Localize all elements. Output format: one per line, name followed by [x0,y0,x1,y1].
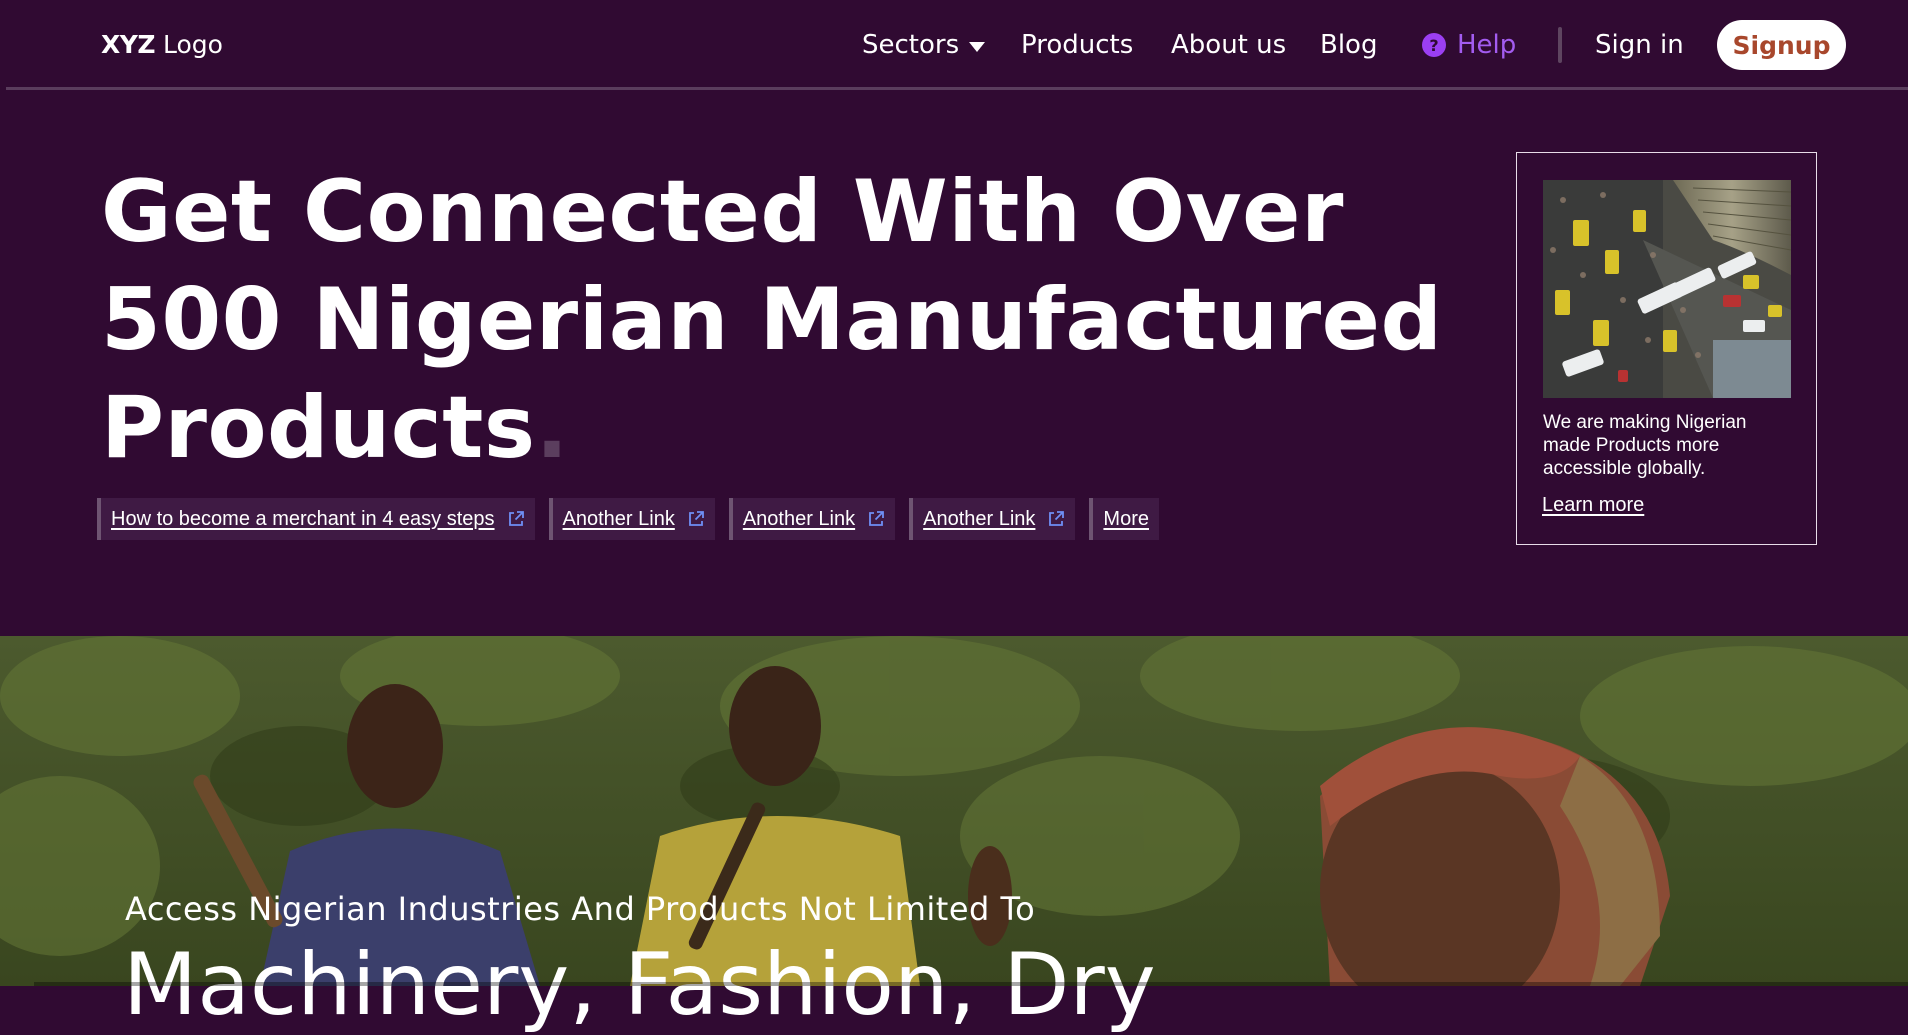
nav-help[interactable]: ? Help [1422,24,1516,66]
signup-button[interactable]: Signup [1717,20,1846,70]
hero-title-line-1: Get Connected With Over [101,162,1344,262]
external-link-icon [688,511,704,526]
header-divider [6,87,1908,90]
hero-title-dot: . [535,378,569,478]
help-icon: ? [1422,33,1446,57]
industries-hero-image [0,636,1908,986]
quick-link-label: Another Link [742,507,856,530]
nav-sectors-dropdown[interactable]: Sectors [862,24,986,66]
quick-link-label: Another Link [562,507,675,530]
nav-blog[interactable]: Blog [1320,24,1377,66]
quick-link-another-2[interactable]: Another Link [728,498,896,540]
quick-link-label: Another Link [923,507,1036,530]
quick-link-label: More [1103,507,1149,530]
nav-about-us[interactable]: About us [1171,24,1286,66]
quick-link-more[interactable]: More [1089,498,1159,540]
hero-title: Get Connected With Over 500 Nigerian Man… [101,158,1443,482]
hero-title-word: Products [101,378,536,478]
external-link-icon [869,511,885,526]
logo-mark: XYZ [101,30,156,59]
nav-divider [1558,27,1562,63]
industries-subtitle: Access Nigerian Industries And Products … [125,890,1036,928]
promo-card: We are making Nigerian made Products mor… [1516,152,1817,545]
hero-title-line-2: 500 Nigerian Manufactured [101,270,1443,370]
quick-link-label: How to become a merchant in 4 easy steps [111,507,495,530]
quick-links: How to become a merchant in 4 easy steps… [97,498,1159,540]
logo-text: Logo [162,30,223,59]
nav-help-label: Help [1457,30,1517,60]
bottom-scroll-edge [34,982,1908,986]
learn-more-link[interactable]: Learn more [1542,494,1644,517]
quick-link-merchant-steps[interactable]: How to become a merchant in 4 easy steps [97,498,535,540]
nav-sectors-label: Sectors [862,30,960,60]
external-link-icon [508,511,524,526]
hero-title-line-3: Products. [101,374,1401,482]
site-header: XYZ Logo Sectors Products About us Blog … [0,0,1908,90]
sign-in-link[interactable]: Sign in [1595,24,1684,66]
promo-card-text: We are making Nigerian made Products mor… [1543,412,1747,479]
nav-products[interactable]: Products [1021,24,1133,66]
quick-link-another-1[interactable]: Another Link [548,498,715,540]
quick-link-another-3[interactable]: Another Link [909,498,1076,540]
chevron-down-icon [969,41,986,52]
logo[interactable]: XYZ Logo [101,28,223,62]
market-street-image [1543,180,1791,398]
external-link-icon [1049,511,1065,526]
